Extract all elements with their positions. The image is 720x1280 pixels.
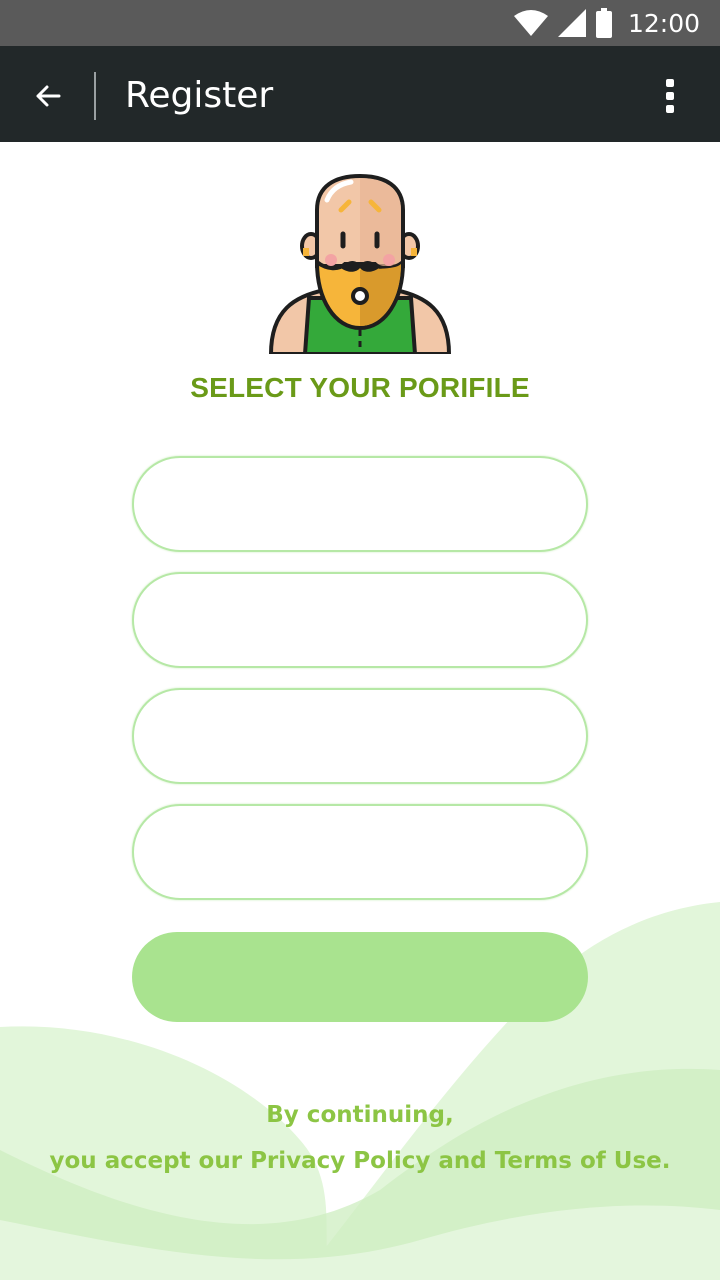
bald-bearded-man-avatar[interactable] [265, 170, 455, 354]
overflow-menu-button[interactable] [656, 74, 684, 118]
menu-dot [666, 79, 674, 87]
app-bar: Register [0, 46, 720, 142]
back-button[interactable] [22, 70, 74, 122]
text-input-4[interactable] [134, 806, 586, 898]
submit-button[interactable] [132, 932, 588, 1022]
cell-signal-icon [557, 9, 586, 37]
menu-dot [666, 92, 674, 100]
battery-icon [595, 8, 612, 38]
profile-heading: SELECT YOUR PORIFILE [190, 372, 530, 403]
terms-line-2[interactable]: you accept our Privacy Policy and Terms … [0, 1138, 720, 1184]
text-input-3[interactable] [134, 690, 586, 782]
form-field-3[interactable] [132, 688, 588, 784]
terms-notice: By continuing, you accept our Privacy Po… [0, 1092, 720, 1184]
arrow-left-icon [36, 85, 61, 107]
terms-line-1: By continuing, [266, 1102, 454, 1128]
form-field-4[interactable] [132, 804, 588, 900]
text-input-1[interactable] [134, 458, 586, 550]
status-time: 12:00 [627, 8, 700, 38]
menu-dot [666, 105, 674, 113]
wifi-icon [513, 10, 548, 36]
status-bar: 12:00 [0, 0, 720, 46]
page-title: Register [125, 75, 274, 116]
form-field-1[interactable] [132, 456, 588, 552]
form-field-2[interactable] [132, 572, 588, 668]
app-bar-divider [94, 72, 96, 120]
text-input-2[interactable] [134, 574, 586, 666]
